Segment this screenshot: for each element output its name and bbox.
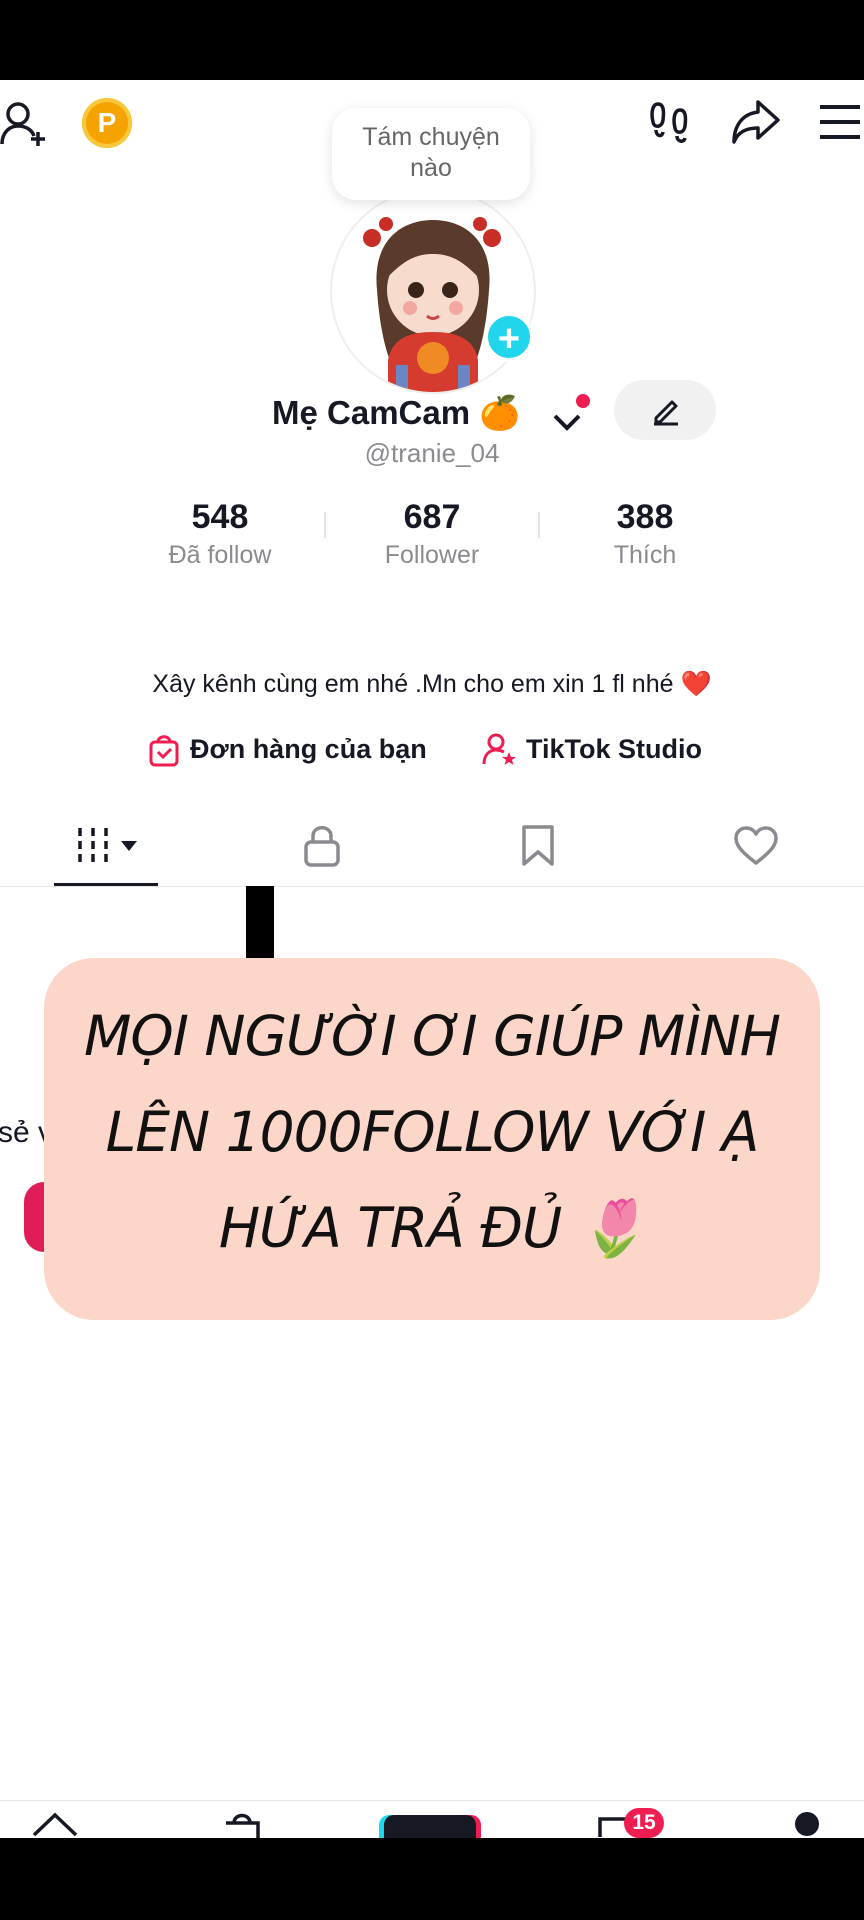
shop-icon[interactable] <box>222 1809 262 1838</box>
caret-down-icon <box>121 841 137 851</box>
stat-followers-label: Follower <box>384 541 480 569</box>
note-bubble-line2: nào <box>410 154 452 182</box>
avatar-illustration <box>332 190 534 392</box>
stat-followers[interactable]: 687 Follower <box>324 498 540 570</box>
tab-private[interactable] <box>216 806 432 886</box>
content-tabs <box>0 806 864 887</box>
system-nav-area <box>0 1838 864 1920</box>
bio-text: Xây kênh cùng em nhé .Mn cho em xin 1 fl… <box>152 670 712 698</box>
pencil-icon <box>654 400 678 426</box>
inbox-badge: 15 <box>624 1808 664 1838</box>
profile-links: Đơn hàng của bạn TikTok Studio <box>0 728 864 778</box>
tab-videos[interactable] <box>0 806 216 886</box>
bookmark-icon <box>522 825 554 866</box>
lock-icon <box>304 826 340 867</box>
tiktok-studio-link[interactable]: TikTok Studio <box>526 734 702 765</box>
shopping-bag-icon <box>149 735 179 767</box>
notification-dot-icon <box>576 394 590 408</box>
studio-icon <box>482 733 516 765</box>
note-bubble[interactable]: Tám chuyện nào <box>332 108 530 200</box>
heart-icon <box>734 826 778 865</box>
create-button[interactable] <box>384 1815 476 1838</box>
stat-likes-label: Thích <box>613 541 677 569</box>
stats-row: 548 Đã follow 687 Follower 388 Thích <box>0 498 864 588</box>
stat-followers-value: 687 <box>403 498 461 536</box>
status-bar-area <box>0 0 864 80</box>
grid-icon <box>78 828 108 862</box>
username-handle: @tranie_04 <box>364 438 500 468</box>
edit-profile-button[interactable] <box>614 380 716 440</box>
add-story-button[interactable]: + <box>484 312 534 362</box>
caption-overlay: MỌI NGƯỜI ƠI GIÚP MÌNH LÊN 1000FOLLOW VỚ… <box>44 958 820 1320</box>
footprints-icon[interactable] <box>648 100 692 144</box>
stat-following[interactable]: 548 Đã follow <box>112 498 328 570</box>
stat-likes-value: 388 <box>616 498 674 536</box>
display-name: Mẹ CamCam 🍊 <box>272 394 521 431</box>
overlay-text: MỌI NGƯỜI ƠI GIÚP MÌNH LÊN 1000FOLLOW VỚ… <box>44 988 820 1276</box>
stat-following-label: Đã follow <box>168 541 272 569</box>
share-icon[interactable] <box>730 98 782 146</box>
stat-divider <box>538 512 540 538</box>
chevron-down-icon[interactable] <box>550 410 584 434</box>
tab-saved[interactable] <box>432 806 648 886</box>
add-friend-icon[interactable] <box>0 98 52 150</box>
bottom-nav <box>0 1800 864 1838</box>
home-icon[interactable] <box>30 1809 80 1838</box>
profile-icon[interactable] <box>792 1809 822 1838</box>
orders-link[interactable]: Đơn hàng của bạn <box>190 734 427 765</box>
coin-icon[interactable]: P <box>82 98 132 148</box>
stat-likes[interactable]: 388 Thích <box>537 498 753 570</box>
menu-icon[interactable] <box>818 102 862 142</box>
avatar[interactable] <box>330 188 536 394</box>
overlay-line-1: MỌI NGƯỜI ƠI GIÚP MÌNH <box>83 1004 781 1068</box>
tab-liked[interactable] <box>648 806 864 886</box>
overlay-line-2: LÊN 1000FOLLOW VỚI Ạ <box>105 1100 760 1164</box>
note-bubble-line1: Tám chuyện <box>362 123 500 151</box>
stat-divider <box>324 512 326 538</box>
overlay-line-3: HỨA TRẢ ĐỦ 🌷 <box>218 1196 646 1260</box>
stat-following-value: 548 <box>191 498 249 536</box>
